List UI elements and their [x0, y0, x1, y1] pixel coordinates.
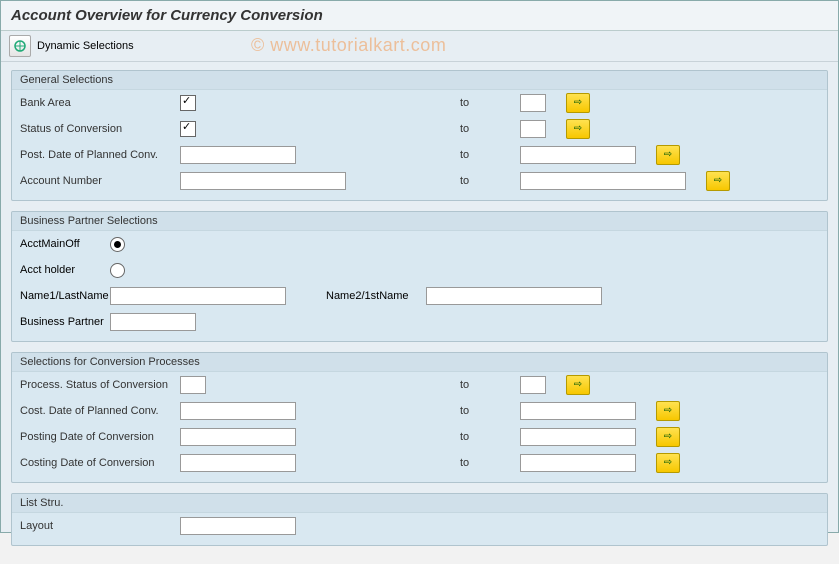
row-acct-main-off: AcctMainOff	[12, 231, 827, 257]
name2-input[interactable]	[426, 287, 602, 305]
costing-date-from-input[interactable]	[180, 454, 296, 472]
multiple-selection-button[interactable]: ⇨	[656, 145, 680, 165]
label-status-conv: Status of Conversion	[20, 123, 180, 135]
label-acct-main-off: AcctMainOff	[20, 238, 110, 250]
to-label-process-status: to	[430, 379, 520, 391]
arrow-right-icon: ⇨	[574, 124, 582, 134]
account-number-from-input[interactable]	[180, 172, 346, 190]
multiple-selection-button[interactable]: ⇨	[656, 427, 680, 447]
group-title-general: General Selections	[12, 71, 827, 90]
arrow-right-icon: ⇨	[664, 432, 672, 442]
post-date-to-input[interactable]	[520, 146, 636, 164]
row-acct-holder: Acct holder	[12, 257, 827, 283]
multiple-selection-button[interactable]: ⇨	[566, 375, 590, 395]
radio-acct-holder[interactable]	[110, 263, 125, 278]
row-bp: Business Partner	[12, 309, 827, 335]
group-conversion-processes: Selections for Conversion Processes Proc…	[11, 352, 828, 483]
toolbar: Dynamic Selections	[1, 31, 838, 62]
label-name1: Name1/LastName	[20, 290, 110, 302]
title-bar: Account Overview for Currency Conversion	[1, 1, 838, 31]
group-title-list-stru: List Stru.	[12, 494, 827, 513]
arrow-right-icon: ⇨	[574, 380, 582, 390]
to-label-bank-area: to	[430, 97, 520, 109]
group-general-selections: General Selections Bank Area to ⇨ Status…	[11, 70, 828, 201]
multiple-selection-button[interactable]: ⇨	[566, 93, 590, 113]
window: Account Overview for Currency Conversion…	[0, 0, 839, 533]
to-label-cost-date: to	[430, 405, 520, 417]
label-process-status: Process. Status of Conversion	[20, 379, 180, 391]
group-title-bp: Business Partner Selections	[12, 212, 827, 231]
row-status-conversion: Status of Conversion to ⇨	[12, 116, 827, 142]
row-post-date: Post. Date of Planned Conv. to ⇨	[12, 142, 827, 168]
label-costing-date: Costing Date of Conversion	[20, 457, 180, 469]
group-title-conv-proc: Selections for Conversion Processes	[12, 353, 827, 372]
multiple-selection-button[interactable]: ⇨	[656, 453, 680, 473]
label-acct-holder: Acct holder	[20, 264, 110, 276]
account-number-to-input[interactable]	[520, 172, 686, 190]
dynamic-selections-button[interactable]	[9, 35, 31, 57]
cost-date-from-input[interactable]	[180, 402, 296, 420]
bank-area-to-input[interactable]	[520, 94, 546, 112]
post-date-from-input[interactable]	[180, 146, 296, 164]
row-process-status: Process. Status of Conversion to ⇨	[12, 372, 827, 398]
status-conv-to-input[interactable]	[520, 120, 546, 138]
row-cost-date: Cost. Date of Planned Conv. to ⇨	[12, 398, 827, 424]
costing-date-to-input[interactable]	[520, 454, 636, 472]
bp-input[interactable]	[110, 313, 196, 331]
label-posting-date: Posting Date of Conversion	[20, 431, 180, 443]
label-bank-area: Bank Area	[20, 97, 180, 109]
checkbox-status-conv[interactable]	[180, 121, 196, 137]
posting-date-to-input[interactable]	[520, 428, 636, 446]
arrow-right-icon: ⇨	[714, 176, 722, 186]
page-title: Account Overview for Currency Conversion	[11, 7, 323, 24]
process-status-to-input[interactable]	[520, 376, 546, 394]
name1-input[interactable]	[110, 287, 286, 305]
layout-input[interactable]	[180, 517, 296, 535]
dynamic-selections-label: Dynamic Selections	[37, 40, 134, 52]
multiple-selection-button[interactable]: ⇨	[706, 171, 730, 191]
to-label-costing-date: to	[430, 457, 520, 469]
row-account-number: Account Number to ⇨	[12, 168, 827, 194]
label-bp: Business Partner	[20, 316, 110, 328]
label-account-number: Account Number	[20, 175, 180, 187]
multiple-selection-button[interactable]: ⇨	[566, 119, 590, 139]
to-label-status-conv: to	[430, 123, 520, 135]
group-list-stru: List Stru. Layout	[11, 493, 828, 546]
posting-date-from-input[interactable]	[180, 428, 296, 446]
row-posting-date: Posting Date of Conversion to ⇨	[12, 424, 827, 450]
checkbox-bank-area[interactable]	[180, 95, 196, 111]
group-business-partner: Business Partner Selections AcctMainOff …	[11, 211, 828, 342]
label-cost-date: Cost. Date of Planned Conv.	[20, 405, 180, 417]
process-status-from-input[interactable]	[180, 376, 206, 394]
row-bank-area: Bank Area to ⇨	[12, 90, 827, 116]
cost-date-to-input[interactable]	[520, 402, 636, 420]
arrow-right-icon: ⇨	[664, 458, 672, 468]
row-costing-date: Costing Date of Conversion to ⇨	[12, 450, 827, 476]
filter-icon	[14, 40, 26, 52]
arrow-right-icon: ⇨	[574, 98, 582, 108]
content: General Selections Bank Area to ⇨ Status…	[1, 62, 838, 564]
to-label-posting-date: to	[430, 431, 520, 443]
row-name1: Name1/LastName Name2/1stName	[12, 283, 827, 309]
multiple-selection-button[interactable]: ⇨	[656, 401, 680, 421]
to-label-post-date: to	[430, 149, 520, 161]
radio-acct-main-off[interactable]	[110, 237, 125, 252]
label-name2: Name2/1stName	[326, 290, 436, 302]
arrow-right-icon: ⇨	[664, 406, 672, 416]
to-label-account-number: to	[430, 175, 520, 187]
label-post-date: Post. Date of Planned Conv.	[20, 149, 180, 161]
label-layout: Layout	[20, 520, 180, 532]
row-layout: Layout	[12, 513, 827, 539]
arrow-right-icon: ⇨	[664, 150, 672, 160]
